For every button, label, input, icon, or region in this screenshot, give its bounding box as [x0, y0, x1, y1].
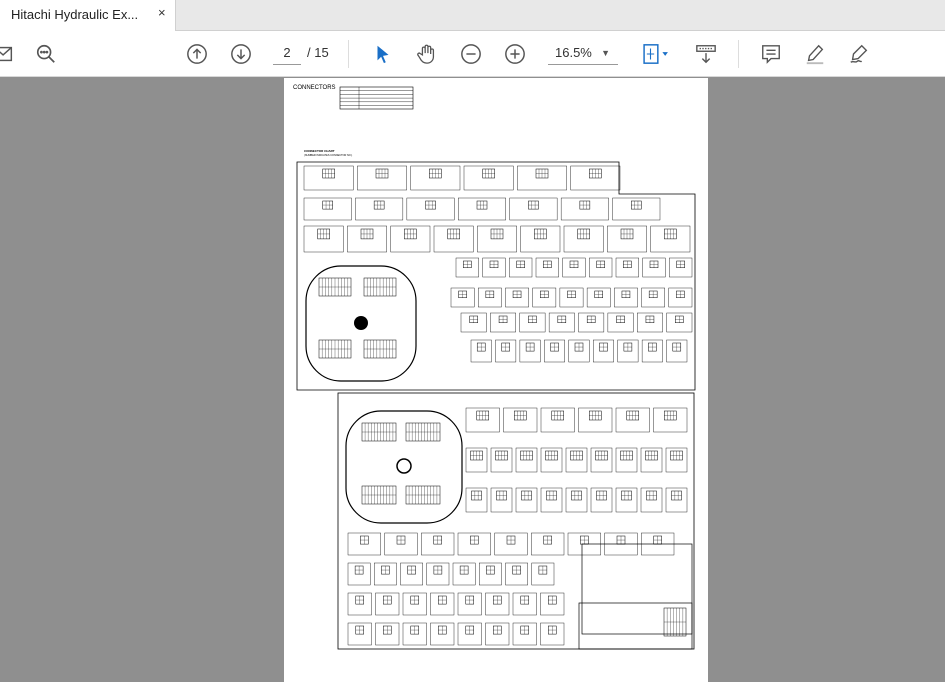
- chevron-down-icon: ▼: [601, 48, 610, 58]
- page-number-input[interactable]: 2: [273, 43, 301, 65]
- select-tool-icon[interactable]: [371, 42, 395, 66]
- sign-icon[interactable]: [847, 42, 871, 66]
- document-tab[interactable]: Hitachi Hydraulic Ex... ×: [0, 0, 176, 32]
- ecu-connector: [345, 410, 463, 524]
- scrolling-mode-icon[interactable]: [694, 42, 718, 66]
- next-page-icon[interactable]: [229, 42, 253, 66]
- divider: [738, 40, 739, 68]
- hand-tool-icon[interactable]: [415, 42, 439, 66]
- previous-page-icon[interactable]: [185, 42, 209, 66]
- tab-close-button[interactable]: ×: [158, 5, 166, 20]
- search-icon[interactable]: [34, 42, 58, 66]
- connector-frame: [581, 543, 693, 635]
- connector-drawing: [296, 86, 696, 650]
- comment-icon[interactable]: [759, 42, 783, 66]
- tab-bar: Hitachi Hydraulic Ex... ×: [0, 0, 945, 32]
- divider: [348, 40, 349, 68]
- toolbar: 2 / 15 16.5% ▼: [0, 31, 945, 77]
- lower-frame: [337, 392, 695, 650]
- pdf-page: CONNECTORS CONNECTOR CHART (NUMBER INDIC…: [284, 78, 708, 682]
- ecu-center: [354, 316, 368, 330]
- connector-frame: [578, 602, 693, 650]
- page-total: / 15: [307, 45, 329, 60]
- zoom-select[interactable]: 16.5% ▼: [548, 43, 618, 65]
- zoom-in-icon[interactable]: [503, 42, 527, 66]
- fit-page-icon[interactable]: [638, 42, 674, 66]
- zoom-out-icon[interactable]: [459, 42, 483, 66]
- zoom-value: 16.5%: [555, 45, 592, 60]
- tab-title: Hitachi Hydraulic Ex...: [11, 7, 139, 22]
- upper-frame: [296, 161, 696, 391]
- highlight-icon[interactable]: [803, 42, 827, 66]
- email-icon[interactable]: [0, 42, 16, 66]
- ecu-center: [396, 458, 412, 474]
